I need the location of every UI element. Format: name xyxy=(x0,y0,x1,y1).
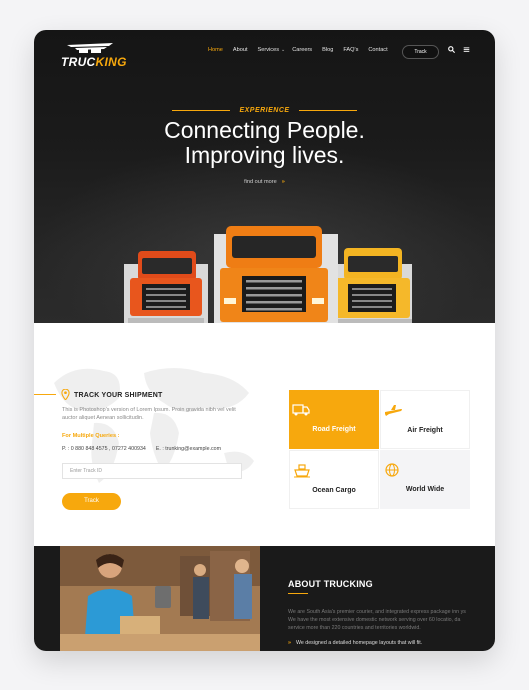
service-air-freight[interactable]: Air Freight xyxy=(380,390,470,449)
truck-icon xyxy=(292,404,310,416)
logo-text: TRUCKING xyxy=(61,55,127,69)
logo-truck-icon xyxy=(67,43,113,53)
about-text: We are South Asia's premier courier, and… xyxy=(288,609,466,631)
about-accent-line xyxy=(288,593,308,594)
chevron-down-icon: ⌄ xyxy=(281,47,286,53)
track-section: TRACK YOUR SHIPMENT This is Photoshop's … xyxy=(34,323,495,546)
headline-line-2: Improving lives. xyxy=(184,142,345,168)
phone-text: P. : 0 880 848 4575 , 07272 400934 xyxy=(62,446,146,452)
airplane-icon xyxy=(385,405,402,416)
hero-headline: Connecting People. Improving lives. xyxy=(34,118,495,168)
logo[interactable]: TRUCKING xyxy=(61,42,126,69)
menu-icon[interactable] xyxy=(463,46,470,55)
service-road-freight[interactable]: Road Freight xyxy=(289,390,379,449)
headline-line-1: Connecting People. xyxy=(164,117,365,143)
nav-home[interactable]: Home xyxy=(208,47,223,53)
service-ocean-cargo[interactable]: Ocean Cargo xyxy=(289,450,379,509)
nav-blog[interactable]: Blog xyxy=(322,47,333,53)
track-title: TRACK YOUR SHIPMENT xyxy=(74,392,163,399)
nav-about[interactable]: About xyxy=(233,47,248,53)
about-photo xyxy=(60,546,260,651)
service-label: Air Freight xyxy=(407,427,443,434)
about-bullet-text: We designed a detailed homepage layouts … xyxy=(295,640,423,646)
nav-faqs[interactable]: FAQ's xyxy=(343,47,358,53)
services-grid: Road Freight Air Freight Ocean Cargo Wor… xyxy=(289,390,470,509)
double-chevron-right-icon: » xyxy=(288,640,291,646)
truck-center-image xyxy=(214,226,338,323)
eyebrow-label: EXPERIENCE xyxy=(239,107,290,115)
trucks-image xyxy=(124,226,412,323)
search-icon[interactable] xyxy=(448,46,456,55)
track-id-input[interactable]: Enter Track ID xyxy=(62,463,242,479)
main-nav: Home About Services ⌄ Careers Blog FAQ's … xyxy=(208,47,398,53)
email-link[interactable]: E. : trunking@example.com xyxy=(156,446,221,452)
service-label: Road Freight xyxy=(312,426,356,433)
service-world-wide[interactable]: World Wide xyxy=(380,450,470,509)
section-accent-line xyxy=(34,394,56,395)
page-card: TRUCKING Home About Services ⌄ Careers Bl… xyxy=(34,30,495,651)
double-chevron-right-icon: » xyxy=(281,179,285,185)
about-section: ABOUT TRUCKING We are South Asia's premi… xyxy=(34,546,495,651)
find-out-more-link[interactable]: find out more » xyxy=(34,179,495,185)
eyebrow-line-right xyxy=(298,110,357,112)
nav-contact[interactable]: Contact xyxy=(368,47,387,53)
nav-careers[interactable]: Careers xyxy=(292,47,312,53)
nav-services-label: Services xyxy=(257,47,279,53)
about-title: ABOUT TRUCKING xyxy=(288,579,373,589)
service-label: Ocean Cargo xyxy=(312,487,356,494)
truck-left-image xyxy=(124,251,208,323)
track-description: This is Photoshop's version of Lorem Ips… xyxy=(62,407,236,421)
world-map-background xyxy=(54,368,254,483)
about-bullet: » We designed a detailed homepage layouts… xyxy=(288,640,422,646)
ship-icon xyxy=(294,464,310,478)
truck-right-image xyxy=(326,248,412,323)
globe-icon xyxy=(385,463,399,477)
track-submit-button[interactable]: Track xyxy=(62,493,121,510)
multiple-queries-label: For Multiple Queries : xyxy=(62,433,120,439)
find-out-more-label: find out more xyxy=(244,179,277,185)
location-pin-icon xyxy=(61,388,70,402)
service-label: World Wide xyxy=(405,486,445,493)
hero-section: TRUCKING Home About Services ⌄ Careers Bl… xyxy=(34,30,495,323)
eyebrow-line-left xyxy=(172,110,231,112)
track-button[interactable]: Track xyxy=(402,45,439,59)
nav-services[interactable]: Services ⌄ xyxy=(258,47,286,53)
contact-info: P. : 0 880 848 4575 , 07272 400934 E. : t… xyxy=(62,446,221,452)
